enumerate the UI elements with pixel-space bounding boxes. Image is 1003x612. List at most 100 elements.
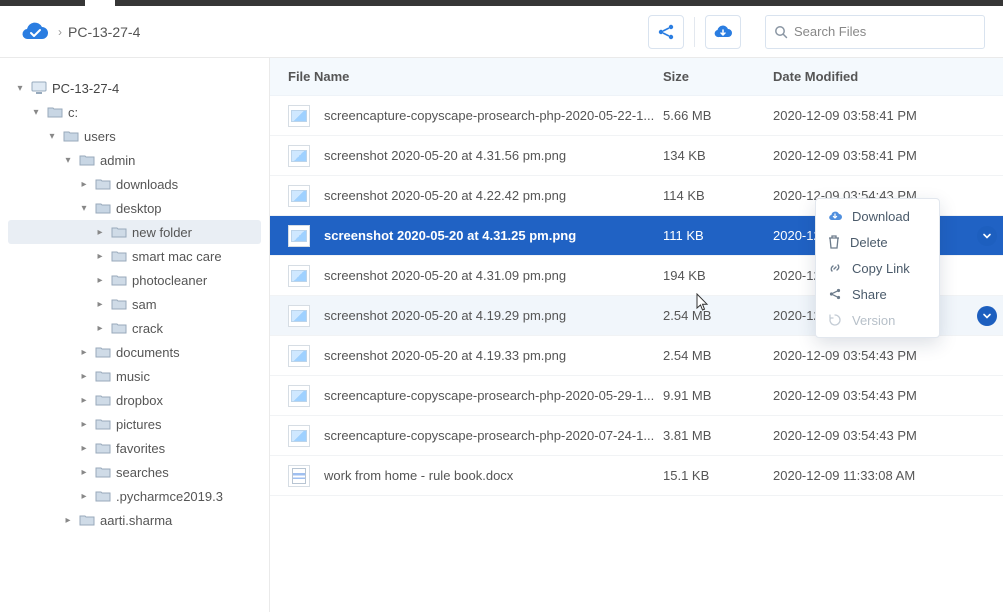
- breadcrumb: › PC-13-27-4: [58, 24, 640, 40]
- link-icon: [828, 261, 842, 275]
- file-date: 2020-12-09 03:54:43 PM: [773, 348, 1003, 363]
- file-date: 2020-12-09 03:58:41 PM: [773, 108, 1003, 123]
- caret-down-icon[interactable]: ▾: [78, 203, 90, 214]
- folder-icon: [78, 514, 96, 526]
- tree-node-admin[interactable]: ▾ admin: [8, 148, 261, 172]
- file-name: screenshot 2020-05-20 at 4.22.42 pm.png: [324, 188, 566, 203]
- file-date: 2020-12-09 03:54:43 PM: [773, 428, 1003, 443]
- tree-node-pictures[interactable]: ▸ pictures: [8, 412, 261, 436]
- row-actions-toggle[interactable]: [977, 226, 997, 246]
- column-header-date[interactable]: Date Modified: [773, 69, 1003, 84]
- file-row[interactable]: screenshot 2020-05-20 at 4.19.33 pm.png …: [270, 336, 1003, 376]
- folder-open-icon: [94, 202, 112, 214]
- caret-down-icon[interactable]: ▾: [30, 107, 42, 118]
- column-header-name[interactable]: File Name: [270, 69, 663, 84]
- tree-node-searches[interactable]: ▸ searches: [8, 460, 261, 484]
- caret-right-icon[interactable]: ▸: [62, 515, 74, 526]
- file-row[interactable]: screencapture-copyscape-prosearch-php-20…: [270, 376, 1003, 416]
- column-header-size[interactable]: Size: [663, 69, 773, 84]
- tree-node-users[interactable]: ▾ users: [8, 124, 261, 148]
- caret-right-icon[interactable]: ▸: [94, 251, 106, 262]
- file-size: 194 KB: [663, 268, 773, 283]
- tree-label: sam: [132, 297, 157, 312]
- file-row[interactable]: screencapture-copyscape-prosearch-php-20…: [270, 416, 1003, 456]
- menu-item-download[interactable]: Download: [816, 203, 939, 229]
- folder-icon: [94, 490, 112, 502]
- cloud-download-icon: [828, 210, 842, 222]
- tree-label: downloads: [116, 177, 178, 192]
- search-input[interactable]: [794, 24, 976, 39]
- caret-down-icon[interactable]: ▾: [14, 83, 26, 94]
- file-size: 2.54 MB: [663, 348, 773, 363]
- image-thumbnail-icon: [288, 425, 310, 447]
- tree-node-smartmaccare[interactable]: ▸ smart mac care: [8, 244, 261, 268]
- tree-node-downloads[interactable]: ▸ downloads: [8, 172, 261, 196]
- caret-right-icon[interactable]: ▸: [78, 443, 90, 454]
- file-name: screenshot 2020-05-20 at 4.31.09 pm.png: [324, 268, 566, 283]
- tree-node-favorites[interactable]: ▸ favorites: [8, 436, 261, 460]
- file-size: 9.91 MB: [663, 388, 773, 403]
- menu-item-share[interactable]: Share: [816, 281, 939, 307]
- file-row[interactable]: screenshot 2020-05-20 at 4.31.56 pm.png …: [270, 136, 1003, 176]
- caret-right-icon[interactable]: ▸: [78, 419, 90, 430]
- tree-label: users: [84, 129, 116, 144]
- caret-down-icon[interactable]: ▾: [46, 131, 58, 142]
- tree-node-c[interactable]: ▾ c:: [8, 100, 261, 124]
- caret-right-icon[interactable]: ▸: [78, 347, 90, 358]
- tree-node-sam[interactable]: ▸ sam: [8, 292, 261, 316]
- tree-node-desktop[interactable]: ▾ desktop: [8, 196, 261, 220]
- doc-thumbnail-icon: [288, 465, 310, 487]
- image-thumbnail-icon: [288, 345, 310, 367]
- tree-node-dropbox[interactable]: ▸ dropbox: [8, 388, 261, 412]
- trash-icon: [828, 235, 840, 249]
- caret-right-icon[interactable]: ▸: [94, 275, 106, 286]
- file-size: 5.66 MB: [663, 108, 773, 123]
- cloud-download-button[interactable]: [705, 15, 741, 49]
- caret-right-icon[interactable]: ▸: [94, 323, 106, 334]
- tree-node-newfolder[interactable]: ▸ new folder: [8, 220, 261, 244]
- file-name: screenshot 2020-05-20 at 4.31.25 pm.png: [324, 228, 576, 243]
- caret-right-icon[interactable]: ▸: [78, 371, 90, 382]
- tree-node-photocleaner[interactable]: ▸ photocleaner: [8, 268, 261, 292]
- tree-label: aarti.sharma: [100, 513, 172, 528]
- tree-node-pycharm[interactable]: ▸ .pycharmce2019.3: [8, 484, 261, 508]
- tree-node-pc[interactable]: ▾ PC-13-27-4: [8, 76, 261, 100]
- tree-label: documents: [116, 345, 180, 360]
- tree-node-documents[interactable]: ▸ documents: [8, 340, 261, 364]
- caret-right-icon[interactable]: ▸: [78, 179, 90, 190]
- menu-item-delete[interactable]: Delete: [816, 229, 939, 255]
- tree-label: music: [116, 369, 150, 384]
- tree-label: admin: [100, 153, 135, 168]
- history-icon: [828, 313, 842, 327]
- tree-node-music[interactable]: ▸ music: [8, 364, 261, 388]
- tree-label: .pycharmce2019.3: [116, 489, 223, 504]
- folder-icon: [110, 274, 128, 286]
- file-row[interactable]: screencapture-copyscape-prosearch-php-20…: [270, 96, 1003, 136]
- tree-label: favorites: [116, 441, 165, 456]
- tree-node-aarti[interactable]: ▸ aarti.sharma: [8, 508, 261, 532]
- folder-open-icon: [78, 154, 96, 166]
- caret-right-icon[interactable]: ▸: [94, 227, 106, 238]
- file-row[interactable]: work from home - rule book.docx 15.1 KB …: [270, 456, 1003, 496]
- caret-right-icon[interactable]: ▸: [78, 467, 90, 478]
- folder-open-icon: [46, 106, 64, 118]
- image-thumbnail-icon: [288, 305, 310, 327]
- caret-right-icon[interactable]: ▸: [78, 491, 90, 502]
- row-actions-toggle[interactable]: [977, 306, 997, 326]
- share-button[interactable]: [648, 15, 684, 49]
- breadcrumb-root[interactable]: PC-13-27-4: [68, 24, 140, 40]
- caret-right-icon[interactable]: ▸: [94, 299, 106, 310]
- tree-label: smart mac care: [132, 249, 222, 264]
- caret-down-icon[interactable]: ▾: [62, 155, 74, 166]
- breadcrumb-separator-icon: ›: [58, 25, 62, 39]
- tree-label: new folder: [132, 225, 192, 240]
- search-box[interactable]: [765, 15, 985, 49]
- image-thumbnail-icon: [288, 385, 310, 407]
- toolbar-actions: [648, 15, 741, 49]
- caret-right-icon[interactable]: ▸: [78, 395, 90, 406]
- menu-item-copylink[interactable]: Copy Link: [816, 255, 939, 281]
- folder-icon: [110, 226, 128, 238]
- tree-label: photocleaner: [132, 273, 207, 288]
- tree-node-crack[interactable]: ▸ crack: [8, 316, 261, 340]
- file-name: work from home - rule book.docx: [324, 468, 513, 483]
